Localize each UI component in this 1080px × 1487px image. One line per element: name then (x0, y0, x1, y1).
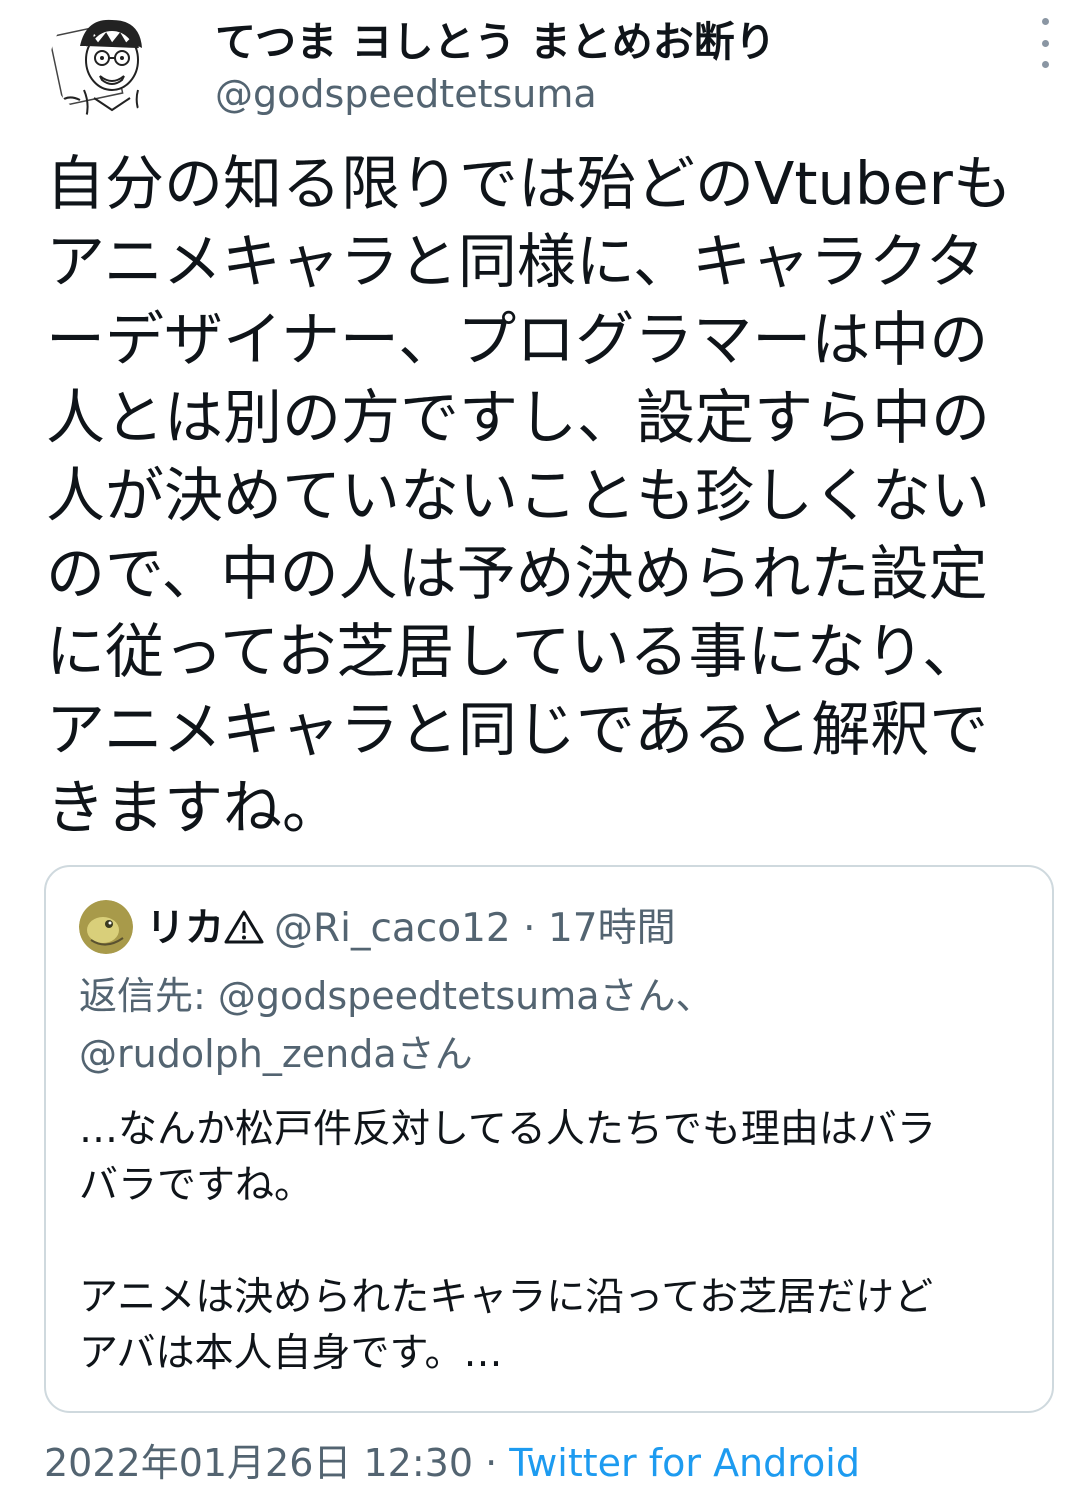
tweet-line: に従ってお芝居している事になり、 (46, 617, 982, 686)
tweet-line: 人とは別の方ですし、設定すら中の (46, 383, 991, 452)
reply-to-line: @rudolph_zendaさん (79, 1032, 473, 1076)
quoted-reply-to: 返信先: @godspeedtetsumaさん、 @rudolph_zendaさ… (79, 967, 1029, 1083)
quoted-header: リカ @Ri_caco12 · 17時間 (146, 897, 676, 953)
tweet-timestamp[interactable]: 2022年01月26日 12:30 (44, 1441, 473, 1485)
reply-to-line: 返信先: @godspeedtetsumaさん、 (79, 974, 714, 1018)
warning-icon (224, 910, 264, 944)
creature-avatar-icon (79, 900, 133, 954)
tweet-line: アニメキャラと同様に、キャラクタ (46, 227, 985, 296)
author-handle[interactable]: @godspeedtetsuma (215, 72, 597, 116)
footer-separator: · (485, 1441, 498, 1485)
quoted-author-handle[interactable]: @Ri_caco12 (274, 906, 511, 951)
quoted-body-line: アニメは決められたキャラに沿ってお芝居だけど (79, 1275, 934, 1320)
more-options-icon[interactable] (1030, 18, 1060, 68)
quoted-separator: · (523, 906, 536, 951)
tweet-line: きますね。 (46, 773, 342, 842)
quoted-body: …なんか松戸件反対してる人たちでも理由はバラ バラですね。 アニメは決められたキ… (79, 1102, 1029, 1382)
quoted-author-name[interactable]: リカ (146, 906, 224, 951)
quoted-body-line (79, 1214, 1029, 1270)
tweet-text: 自分の知る限りでは殆どのVtuberも アニメキャラと同様に、キャラクタ ーデザ… (46, 145, 1036, 847)
tweet-line: ーデザイナー、プログラマーは中の (46, 305, 989, 374)
quoted-body-line: アバは本人自身です。… (79, 1331, 503, 1376)
author-avatar[interactable] (50, 6, 162, 118)
quoted-tweet-card[interactable]: リカ @Ri_caco12 · 17時間 返信先: @godspeedtetsum… (44, 865, 1054, 1413)
tweet-line: 自分の知る限りでは殆どのVtuberも (46, 149, 1012, 218)
quoted-body-line: バラですね。 (79, 1163, 314, 1208)
tweet-source-link[interactable]: Twitter for Android (509, 1441, 860, 1485)
author-display-name[interactable]: てつま ヨしとう まとめお断り (215, 8, 776, 68)
tweet-line: 人が決めていないことも珍しくない (46, 461, 991, 530)
tweet-line: アニメキャラと同じであると解釈で (46, 695, 989, 764)
tweet-line: ので、中の人は予め決められた設定 (46, 539, 988, 608)
tweet-header: てつま ヨしとう まとめお断り @godspeedtetsuma (0, 0, 1080, 130)
tweet-footer: 2022年01月26日 12:30 · Twitter for Android (44, 1432, 860, 1487)
quoted-author-avatar[interactable] (79, 900, 133, 954)
quoted-time: 17時間 (547, 906, 676, 951)
quoted-body-line: …なんか松戸件反対してる人たちでも理由はバラ (79, 1107, 936, 1152)
manga-portrait-avatar-icon (50, 6, 162, 118)
